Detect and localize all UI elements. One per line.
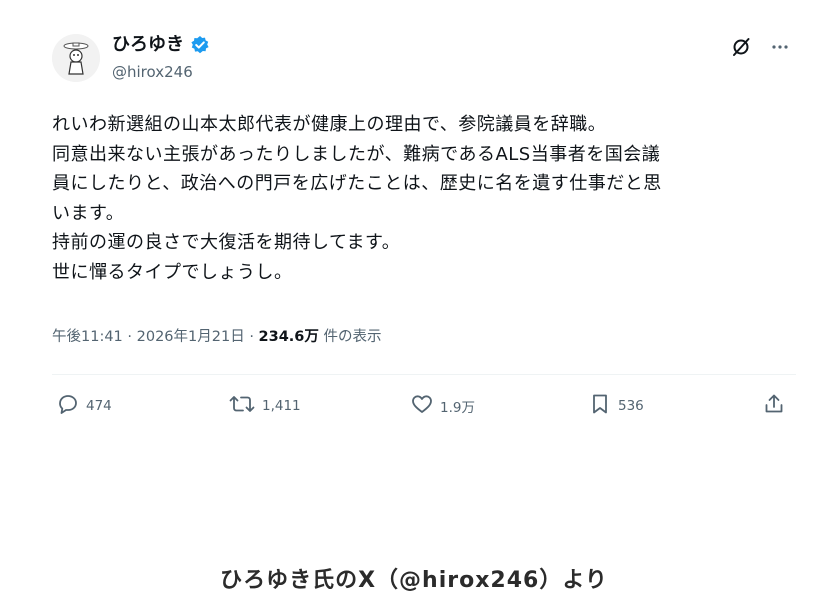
repost-icon — [228, 392, 256, 420]
author-name[interactable]: ひろゆき — [112, 34, 184, 56]
reply-button[interactable]: 474 — [56, 390, 112, 422]
reply-icon — [56, 392, 80, 420]
tweet-date[interactable]: 2026年1月21日 — [137, 329, 245, 345]
tweet-line: 世に憚るタイプでしょうし。 — [52, 261, 293, 283]
meta-separator: · — [249, 329, 254, 345]
tweet-line: 持前の運の良さで大復活を期待してます。 — [52, 232, 401, 253]
tweet-line: います。 — [52, 202, 125, 224]
avatar[interactable] — [52, 34, 100, 82]
author-handle[interactable]: @hirox246 — [112, 62, 193, 82]
tweet-line: れいわ新選組の山本太郎代表が健康上の理由で、参院議員を辞職。 — [52, 114, 607, 135]
share-icon — [762, 392, 786, 420]
divider — [52, 374, 796, 375]
tweet-time[interactable]: 午後11:41 — [52, 329, 123, 345]
verified-badge-icon — [190, 35, 210, 55]
like-count: 1.9万 — [440, 400, 475, 416]
views-count: 234.6万 — [258, 329, 319, 345]
bookmark-icon — [588, 392, 612, 420]
bookmark-button[interactable]: 536 — [588, 390, 644, 422]
share-button[interactable] — [762, 390, 786, 422]
more-icon[interactable] — [770, 37, 790, 57]
repost-count: 1,411 — [262, 398, 301, 414]
tweet-text: れいわ新選組の山本太郎代表が健康上の理由で、参院議員を辞職。 同意出来ない主張が… — [52, 110, 792, 287]
bookmark-count: 536 — [618, 398, 644, 414]
reply-count: 474 — [86, 398, 112, 414]
like-button[interactable]: 1.9万 — [410, 390, 475, 422]
tweet-line: 同意出来ない主張があったりしましたが、難病であるALS当事者を国会議 — [52, 143, 661, 165]
grok-icon[interactable] — [730, 36, 752, 58]
like-icon — [410, 392, 434, 420]
tweet-top-actions — [730, 36, 790, 58]
meta-separator: · — [127, 329, 133, 345]
tweet-meta: 午後11:41 · 2026年1月21日 · 234.6万 件の表示 — [52, 326, 382, 348]
tweet-line: 員にしたりと、政治への門戸を広げたことは、歴史に名を遺す仕事だと思 — [52, 173, 662, 194]
repost-button[interactable]: 1,411 — [228, 390, 301, 422]
views-label: 件の表示 — [323, 329, 382, 345]
image-caption: ひろゆき氏のX（@hirox246）より — [220, 568, 608, 593]
tweet-action-bar: 474 1,411 1.9万 536 — [52, 390, 792, 422]
author-name-row[interactable]: ひろゆき — [112, 34, 210, 56]
